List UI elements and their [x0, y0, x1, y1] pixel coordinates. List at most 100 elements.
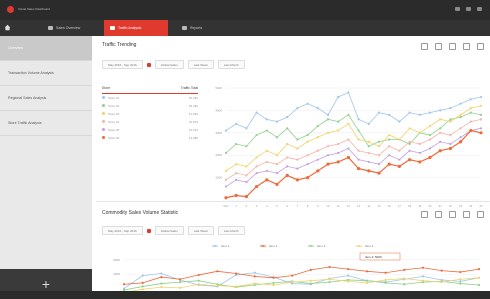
data-point[interactable]	[316, 136, 319, 139]
nav-home[interactable]	[0, 20, 12, 36]
data-point[interactable]	[367, 122, 370, 125]
data-point[interactable]	[291, 281, 294, 284]
data-point[interactable]	[141, 281, 144, 284]
data-point[interactable]	[477, 268, 481, 271]
data-point[interactable]	[160, 282, 163, 285]
data-point[interactable]	[316, 149, 319, 152]
save-icon[interactable]	[449, 43, 456, 50]
data-point[interactable]	[440, 269, 443, 272]
data-point[interactable]	[388, 138, 391, 141]
data-point[interactable]	[398, 120, 401, 123]
data-point[interactable]	[418, 142, 421, 146]
data-point[interactable]	[265, 169, 268, 172]
legend-row[interactable]: Store 05 15,910	[102, 126, 198, 134]
data-point[interactable]	[306, 176, 310, 180]
data-point[interactable]	[428, 147, 432, 150]
data-point[interactable]	[449, 118, 452, 121]
data-point[interactable]	[255, 165, 258, 168]
data-point[interactable]	[469, 98, 472, 101]
data-point[interactable]	[418, 113, 421, 116]
data-point[interactable]	[245, 165, 248, 168]
filter-last-month[interactable]: Last Month	[217, 226, 245, 235]
data-point[interactable]	[326, 154, 330, 157]
data-point[interactable]	[477, 276, 481, 279]
data-point[interactable]	[265, 160, 268, 164]
data-point[interactable]	[265, 118, 268, 121]
nav-sales-overview[interactable]: Sales Overview	[42, 20, 86, 36]
save-icon[interactable]	[449, 211, 456, 218]
data-point[interactable]	[141, 274, 144, 277]
data-point[interactable]	[448, 146, 452, 151]
data-point[interactable]	[253, 271, 256, 274]
data-point[interactable]	[306, 140, 309, 143]
data-point[interactable]	[178, 286, 182, 289]
data-point[interactable]	[244, 195, 248, 199]
data-point[interactable]	[245, 174, 248, 177]
expand-icon[interactable]	[477, 211, 484, 218]
data-point[interactable]	[479, 95, 483, 99]
data-point[interactable]	[316, 158, 319, 161]
data-point[interactable]	[477, 283, 481, 287]
data-point[interactable]	[255, 156, 258, 159]
data-point[interactable]	[337, 95, 340, 99]
data-point[interactable]	[418, 131, 421, 134]
nav-reports[interactable]: Reports	[176, 20, 208, 36]
data-point[interactable]	[235, 285, 238, 288]
data-point[interactable]	[347, 122, 350, 125]
data-point[interactable]	[309, 282, 312, 285]
data-point[interactable]	[224, 185, 228, 188]
data-point[interactable]	[367, 169, 371, 173]
data-point[interactable]	[197, 273, 200, 277]
data-point[interactable]	[367, 160, 370, 164]
data-point[interactable]	[377, 171, 381, 175]
data-point[interactable]	[306, 154, 309, 157]
data-point[interactable]	[449, 142, 452, 146]
data-point[interactable]	[295, 178, 299, 182]
data-point[interactable]	[286, 156, 289, 159]
data-point[interactable]	[459, 282, 462, 285]
data-point[interactable]	[439, 118, 442, 121]
data-point[interactable]	[224, 178, 228, 181]
data-point[interactable]	[316, 124, 319, 128]
data-point[interactable]	[365, 279, 368, 282]
sidebar-item-overview[interactable]: Overview	[0, 36, 92, 61]
data-point[interactable]	[347, 147, 350, 150]
data-point[interactable]	[255, 133, 258, 137]
data-point[interactable]	[408, 127, 411, 130]
data-point[interactable]	[253, 275, 256, 278]
data-point[interactable]	[479, 113, 483, 116]
filter-global[interactable]: Global Sales	[154, 226, 184, 235]
refresh-icon[interactable]	[421, 211, 428, 218]
data-point[interactable]	[357, 129, 360, 132]
data-point[interactable]	[235, 172, 238, 175]
data-point[interactable]	[245, 127, 248, 130]
data-point[interactable]	[245, 145, 248, 148]
data-point[interactable]	[328, 278, 331, 281]
data-point[interactable]	[469, 107, 472, 110]
data-point[interactable]	[439, 140, 442, 143]
data-point[interactable]	[309, 279, 312, 282]
data-point[interactable]	[337, 120, 340, 123]
data-point[interactable]	[296, 147, 299, 150]
data-point[interactable]	[275, 172, 279, 175]
data-point[interactable]	[384, 271, 387, 274]
data-point[interactable]	[245, 180, 248, 184]
close-icon[interactable]	[477, 7, 482, 11]
data-point[interactable]	[440, 281, 443, 284]
filter-global[interactable]: Global Sales	[154, 60, 184, 69]
data-point[interactable]	[216, 270, 219, 273]
data-point[interactable]	[459, 278, 462, 281]
data-point[interactable]	[408, 149, 411, 152]
data-point[interactable]	[421, 275, 425, 278]
data-point[interactable]	[255, 184, 259, 189]
data-point[interactable]	[428, 138, 432, 141]
data-point[interactable]	[377, 154, 381, 157]
legend-item[interactable]: Item 1	[221, 244, 230, 248]
data-point[interactable]	[178, 278, 182, 281]
data-point[interactable]	[367, 151, 370, 155]
data-point[interactable]	[428, 155, 432, 160]
data-point[interactable]	[438, 149, 442, 153]
data-point[interactable]	[403, 268, 406, 271]
data-point[interactable]	[357, 167, 361, 171]
data-point[interactable]	[469, 111, 472, 114]
